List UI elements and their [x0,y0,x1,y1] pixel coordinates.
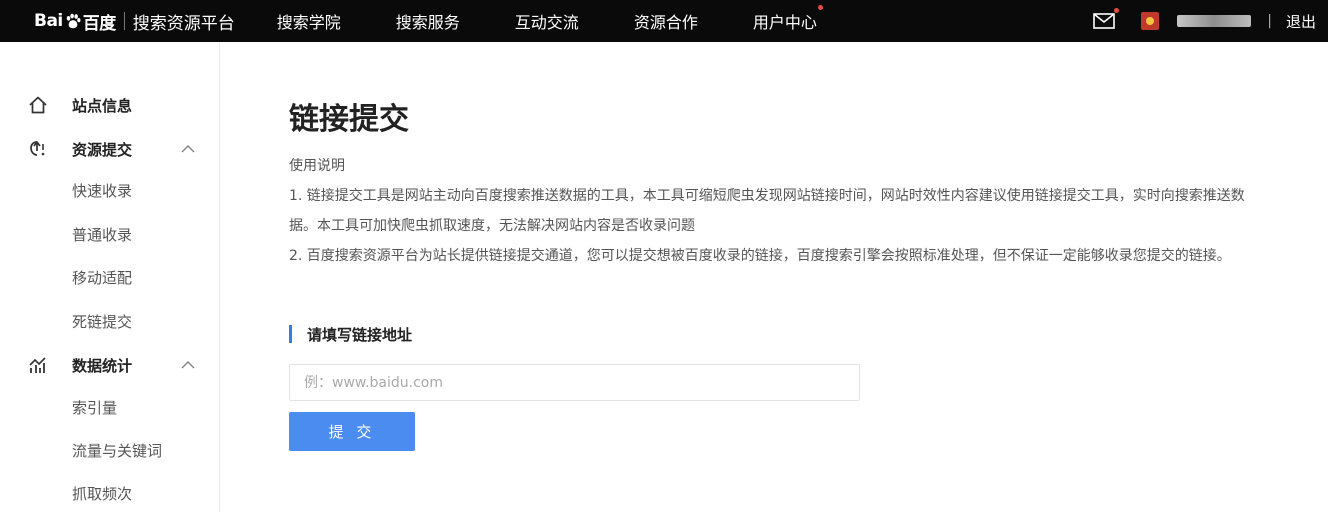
nav-item-community[interactable]: 互动交流 [515,9,579,33]
sidebar-group-label: 数据统计 [72,356,133,375]
chevron-up-icon[interactable] [181,360,195,370]
chevron-up-icon[interactable] [181,144,195,154]
sidebar: 站点信息 资源提交 快速收录 普通收录 移动适配 死链提交 数据统计 索引量 流… [0,42,220,512]
logo-text-left: Bai [34,11,63,31]
nav-item-user-center-label: 用户中心 [752,13,817,32]
brand[interactable]: Bai 百度 搜索资源平台 [0,0,235,42]
description-1-line-2: 据。本工具可加快爬虫抓取速度，无法解决网站内容是否收录问题 [289,218,695,234]
top-navbar: Bai 百度 搜索资源平台 搜索学院 搜索服务 互动交流 资源合作 用户中心 |… [0,0,1328,42]
section-header: 请填写链接地址 [289,324,412,344]
section-accent-bar [289,325,292,343]
stats-icon [29,357,46,373]
usage-label: 使用说明 [289,158,345,174]
url-input[interactable] [289,364,860,401]
sidebar-group-data-stats[interactable]: 数据统计 [0,350,220,380]
logout-link[interactable]: 退出 [1286,11,1316,32]
platform-title[interactable]: 搜索资源平台 [133,9,235,34]
username-blurred[interactable] [1177,15,1252,27]
sidebar-group-label: 资源提交 [72,140,133,159]
nav-item-resource-cooperation[interactable]: 资源合作 [634,9,698,33]
brand-divider [123,12,125,30]
sidebar-item-label: 站点信息 [72,96,133,115]
nav-item-search-services[interactable]: 搜索服务 [396,9,460,33]
description-2: 2. 百度搜索资源平台为站长提供链接提交通道，您可以提交想被百度收录的链接，百度… [289,248,1231,264]
sidebar-item-site-info[interactable]: 站点信息 [0,90,220,120]
sidebar-item-mobile-adapt[interactable]: 移动适配 [72,267,132,288]
submit-button[interactable]: 提 交 [289,412,415,451]
mail-icon [1093,13,1116,29]
sidebar-group-resource-submit[interactable]: 资源提交 [0,134,220,164]
top-divider: | [1267,13,1272,29]
page-title: 链接提交 [289,102,409,137]
nav-item-search-academy[interactable]: 搜索学院 [277,9,341,33]
baidu-logo[interactable]: Bai 百度 [34,9,116,34]
paw-icon [66,13,81,29]
main-nav: 搜索学院 搜索服务 互动交流 资源合作 用户中心 [277,5,872,33]
home-icon [29,96,47,114]
submit-icon [30,141,45,156]
sidebar-item-crawl-frequency[interactable]: 抓取频次 [72,483,132,504]
sidebar-item-traffic-keywords[interactable]: 流量与关键词 [72,440,162,461]
sidebar-item-normal-index[interactable]: 普通收录 [72,224,132,245]
description-1-line-1: 1. 链接提交工具是网站主动向百度搜索推送数据的工具，本工具可缩短爬虫发现网站链… [289,188,1245,204]
mail-badge-dot [1114,8,1120,13]
sidebar-item-fast-index[interactable]: 快速收录 [72,180,132,201]
nav-item-user-center[interactable]: 用户中心 [752,5,823,33]
mail-button[interactable] [1093,8,1120,29]
logo-text-right: 百度 [82,13,117,34]
section-title: 请填写链接地址 [307,325,413,344]
notification-dot [817,5,823,10]
sidebar-item-index-volume[interactable]: 索引量 [72,397,117,418]
top-right-tools: | 退出 [1093,0,1328,42]
sidebar-item-dead-link[interactable]: 死链提交 [72,311,132,332]
user-avatar[interactable] [1141,12,1160,30]
